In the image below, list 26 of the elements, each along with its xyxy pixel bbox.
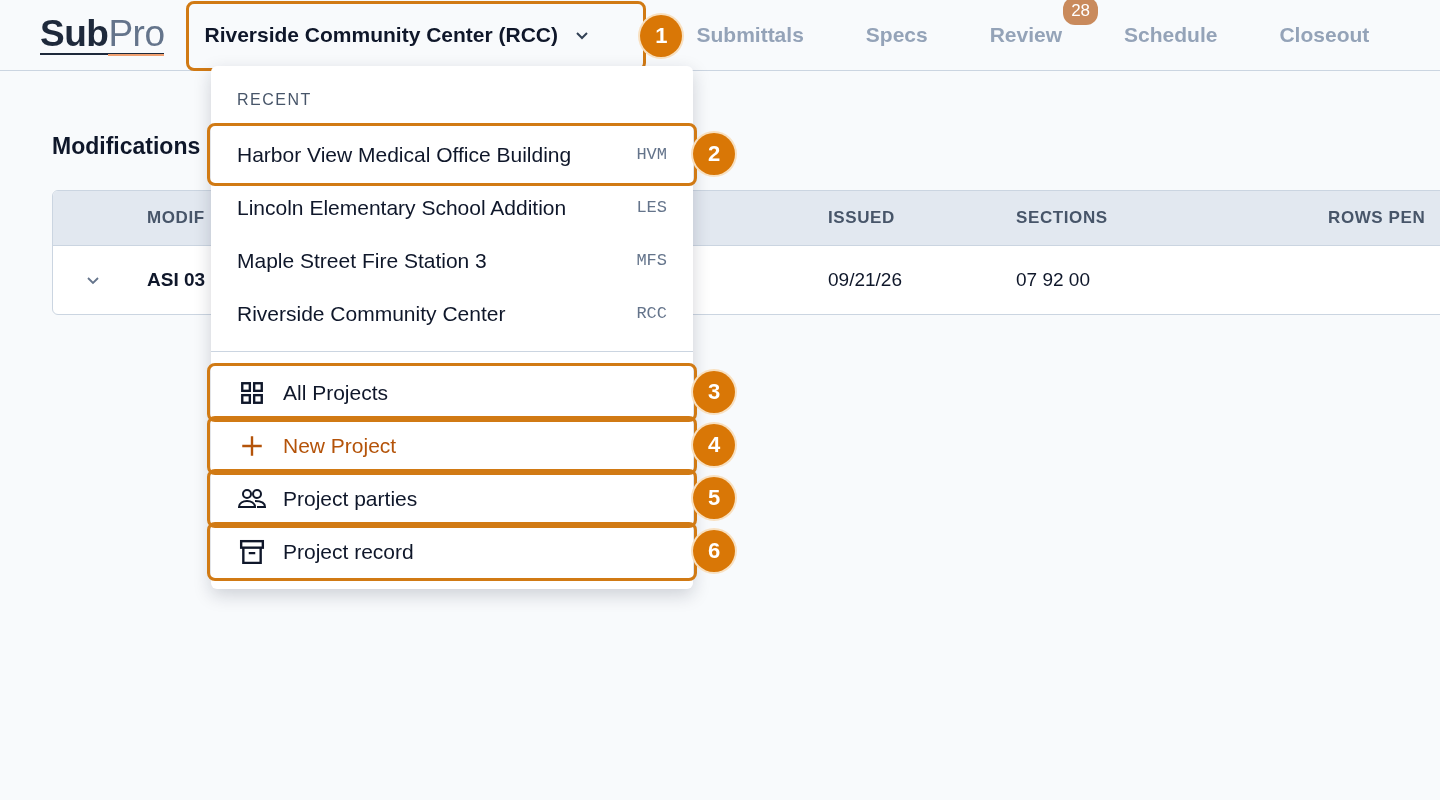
callout-badge: 3 [693, 371, 735, 413]
menu-item[interactable]: Project parties [211, 472, 693, 525]
table-cell: 07 92 00 [1016, 269, 1090, 291]
menu-item[interactable]: New Project [211, 419, 693, 472]
column-header: ISSUED [828, 208, 895, 228]
section-label: RECENT [236, 90, 313, 110]
project-item[interactable]: Lincoln Elementary School Addition LES [211, 181, 693, 234]
column-header: ROWS PEN [1328, 208, 1426, 228]
table-cell: ASI 03 [147, 269, 206, 291]
project-item[interactable]: Maple Street Fire Station 3 MFS [211, 234, 693, 287]
archive-icon [237, 538, 267, 565]
callout-badge: 6 [693, 530, 735, 572]
logo[interactable]: SubPro [40, 15, 165, 55]
menu-item[interactable]: Project record [211, 525, 693, 578]
project-item[interactable]: Harbor View Medical Office Building HVM [211, 128, 693, 181]
project-item[interactable]: Riverside Community Center RCC [211, 287, 693, 340]
menu-item[interactable]: All Projects [211, 366, 693, 419]
callout-badge: 2 [693, 133, 735, 175]
table-cell: 09/21/26 [828, 269, 902, 291]
page-title: Modifications [52, 133, 201, 160]
callout-badge: 5 [693, 477, 735, 519]
callout-badge: 4 [693, 424, 735, 466]
column-header: MODIF [147, 208, 205, 228]
column-header: SECTIONS [1016, 208, 1108, 228]
callout-badge: 1 [640, 15, 683, 57]
count-badge: 28 [1063, 0, 1099, 25]
